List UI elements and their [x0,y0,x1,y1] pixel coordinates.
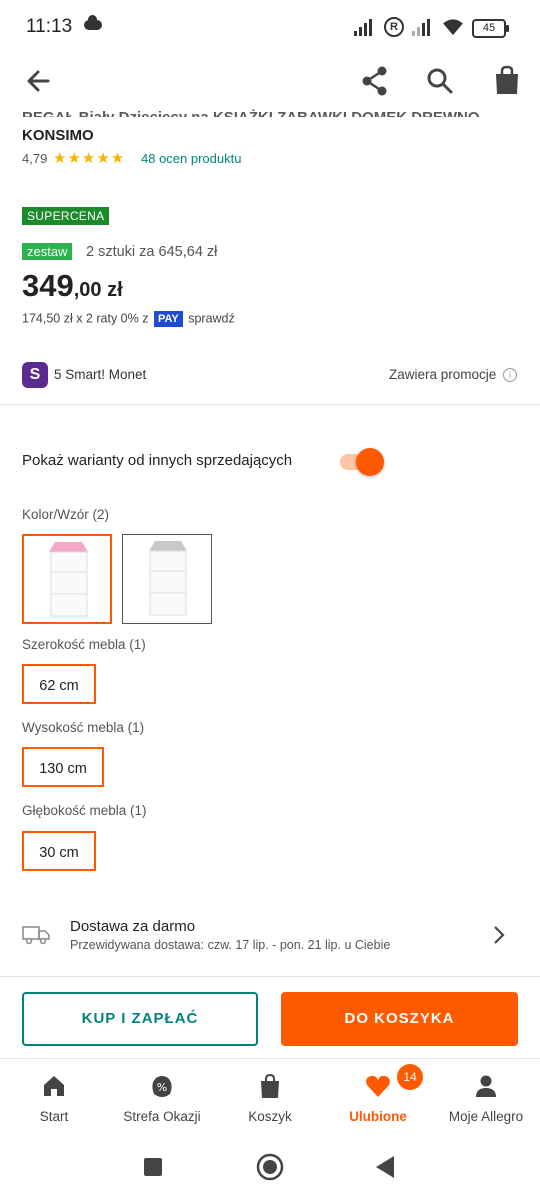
divider [0,1058,540,1059]
back-nav-button[interactable] [374,1155,396,1179]
shelf-pink-image [49,542,88,617]
depth-label: Głębokość mebla (1) [22,803,147,818]
home-icon [44,1076,64,1096]
tab-strefa-okazji[interactable]: % Strefa Okazji [108,1062,216,1132]
delivery-title: Dostawa za darmo [70,918,196,935]
system-nav-bar [0,1140,540,1200]
truck-icon [22,926,50,945]
wifi-icon [443,19,463,36]
bag-icon [261,1073,279,1098]
shelf-grey-image [149,541,187,616]
price-main: 349 [22,268,74,303]
supercena-badge: SUPERCENA [22,207,110,225]
buy-now-button[interactable]: KUP I ZAPŁAĆ [22,992,258,1046]
add-to-cart-button[interactable]: DO KOSZYKA [281,992,518,1046]
tab-label: Moje Allegro [448,1109,524,1124]
chevron-right-icon [494,926,505,944]
signal-icon [354,18,376,36]
cloud-icon [84,15,102,30]
product-title-line1: REGAŁ Biały Dziecięcy na KSIĄŻKI ZABAWKI… [22,108,522,117]
depth-option[interactable]: 30 cm [22,831,96,871]
recents-button[interactable] [143,1157,163,1177]
divider [0,404,540,405]
price: 349,00 zł [22,268,123,304]
rating-stars: ★★★★★ [53,150,126,167]
app-bar [0,56,540,108]
status-bar: 11:13 R 45 [0,0,540,56]
search-icon [427,68,453,94]
heart-icon [366,1075,390,1097]
divider [0,976,540,977]
height-option[interactable]: 130 cm [22,747,104,787]
tab-label: Ulubione [349,1109,407,1124]
share-button[interactable] [355,61,395,101]
delivery-subtitle: Przewidywana dostawa: czw. 17 lip. - pon… [70,938,391,952]
battery-icon: 45 [472,19,509,38]
home-button[interactable] [256,1153,284,1181]
person-icon [476,1075,496,1097]
color-swatch-pink[interactable] [22,534,112,624]
pay-logo: PAY [153,311,183,327]
arrow-left-icon [27,70,50,92]
zestaw-offer[interactable]: 2 sztuki za 645,64 zł [86,244,217,260]
svg-text:%: % [157,1081,167,1094]
tab-moje-allegro[interactable]: Moje Allegro [432,1062,540,1132]
product-title-line2: KONSIMO [22,127,94,144]
color-swatch-grey[interactable] [122,534,212,624]
smart-logo: S [22,362,48,388]
tab-start[interactable]: Start [0,1062,108,1132]
installments-check-link[interactable]: sprawdź [188,311,235,325]
installments-text: 174,50 zł x 2 raty 0% z [22,311,149,326]
shopping-bag-icon [496,65,518,94]
height-label: Wysokość mebla (1) [22,720,145,735]
toggle-knob [356,448,384,476]
price-rest: ,00 zł [73,279,123,301]
variants-toggle-label: Pokaż warianty od innych sprzedających [22,452,293,469]
share-icon [362,66,387,96]
percent-bag-icon: % [152,1076,172,1097]
tab-label: Strefa Okazji [123,1109,201,1124]
cart-button[interactable] [487,61,527,101]
status-time: 11:13 [26,16,73,37]
width-label: Szerokość mebla (1) [22,637,146,652]
back-button[interactable] [18,61,58,101]
favorites-count-badge: 14 [397,1064,423,1090]
reviews-link[interactable]: 48 ocen produktu [141,151,241,166]
search-button[interactable] [420,61,460,101]
registered-icon: R [384,17,404,37]
tab-label: Koszyk [248,1109,292,1124]
zestaw-badge: zestaw [22,243,73,260]
info-icon[interactable]: i [503,368,517,382]
tab-label: Start [39,1109,69,1124]
smart-monet: 5 Smart! Monet [54,367,147,382]
tab-koszyk[interactable]: Koszyk [216,1062,324,1132]
variants-toggle[interactable] [340,448,384,476]
color-label: Kolor/Wzór (2) [22,507,110,522]
signal-icon-2 [412,18,434,36]
promotions-link[interactable]: Zawiera promocje [389,367,496,382]
width-option[interactable]: 62 cm [22,664,96,704]
rating-value: 4,79 [22,151,48,166]
installments-info: 174,50 zł x 2 raty 0% z PAY sprawdź [22,311,235,327]
